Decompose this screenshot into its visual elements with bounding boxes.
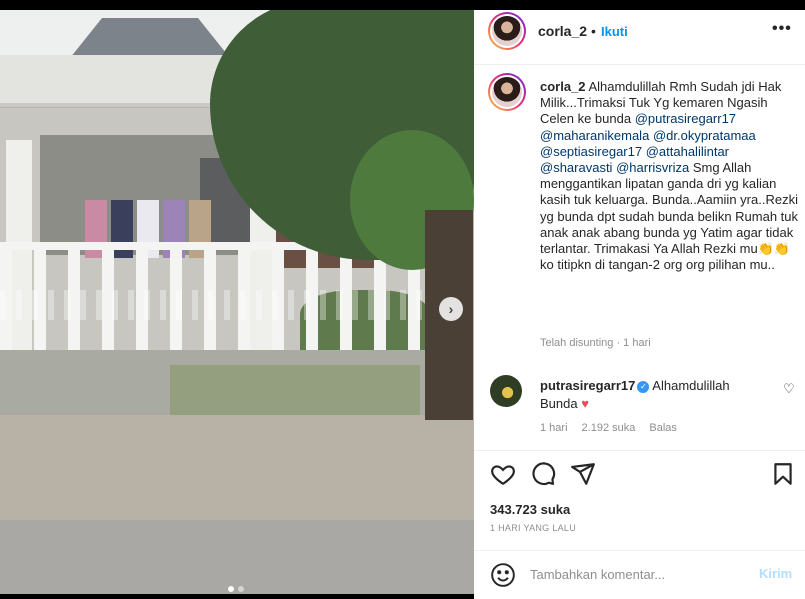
caption-meta: Telah disunting · 1 hari [540,337,651,349]
post-actions: 343.723 suka 1 HARI YANG LALU [474,450,805,558]
comment-meta: 1 hari 2.192 suka Balas [540,422,677,434]
post-photo[interactable]: › [0,10,474,594]
emoji-smiley-icon[interactable] [490,562,516,588]
comment-likes-count[interactable]: 2.192 suka [582,422,636,434]
comment-reply-button[interactable]: Balas [649,422,677,434]
mention-septiasiregar17[interactable]: @septiasiregar17 [540,144,642,159]
carousel-dots [228,586,244,592]
more-options-icon[interactable]: ••• [772,20,792,38]
share-paper-plane-icon[interactable] [570,461,598,489]
chevron-right-icon: › [448,301,454,317]
carousel-next-button[interactable]: › [439,297,463,321]
like-heart-icon[interactable] [490,461,518,489]
comment-input[interactable] [530,563,750,585]
mention-attahalilintar[interactable]: @attahalilintar [646,144,729,159]
photo-moss [170,365,420,415]
carousel-dot-2 [238,586,244,592]
post-likes-count[interactable]: 343.723 suka [490,502,570,517]
comment-time[interactable]: 1 hari [540,422,568,434]
author-username[interactable]: corla_2 [538,23,587,39]
verified-badge-icon: ✓ [637,380,650,393]
comment-text: putrasiregarr17 ✓ Alhamdulillah Bunda ♥ [540,377,770,413]
post-comment-button[interactable]: Kirim [759,566,792,581]
header-separator: • [591,23,596,39]
mention-putrasiregarr17[interactable]: @putrasiregarr17 [635,111,736,126]
add-comment-bar: Kirim [474,550,805,599]
photo-fence-ornament [0,290,430,320]
comment-bubble-icon[interactable] [530,461,558,489]
post-side-panel: corla_2 • Ikuti ••• corla_2 Alhamdulilla… [474,10,805,599]
comment-like-heart-icon[interactable]: ♡ [783,381,795,397]
mention-maharanikemala[interactable]: @maharanikemala [540,128,649,143]
caption-username[interactable]: corla_2 [540,79,586,94]
post-date[interactable]: 1 HARI YANG LALU [490,523,576,533]
author-avatar[interactable] [488,12,526,50]
commenter-avatar[interactable] [490,375,522,407]
photo-road [0,520,474,594]
carousel-dot-1 [228,586,234,592]
mention-dr-okypratamaa[interactable]: @dr.okypratamaa [653,128,756,143]
mention-harrisvriza[interactable]: @harrisvriza [616,160,689,175]
caption-text: corla_2 Alhamdulillah Rmh Sudah jdi Hak … [540,79,800,273]
follow-button[interactable]: Ikuti [601,24,628,39]
caption-text-part-3: ko titipkn di tangan-2 org org pilihan m… [540,257,775,273]
bookmark-icon[interactable] [770,461,798,489]
instagram-post-window: › corla_2 • Ikuti ••• corla_2 Alhamdulil… [0,0,805,599]
mention-sharavasti[interactable]: @sharavasti [540,160,612,175]
clapping-hands-emoji: 👏👏 [757,241,791,257]
post-header: corla_2 • Ikuti ••• [474,10,805,65]
caption-avatar[interactable] [488,73,526,111]
commenter-username[interactable]: putrasiregarr17 [540,378,635,393]
red-heart-emoji: ♥ [581,396,589,411]
